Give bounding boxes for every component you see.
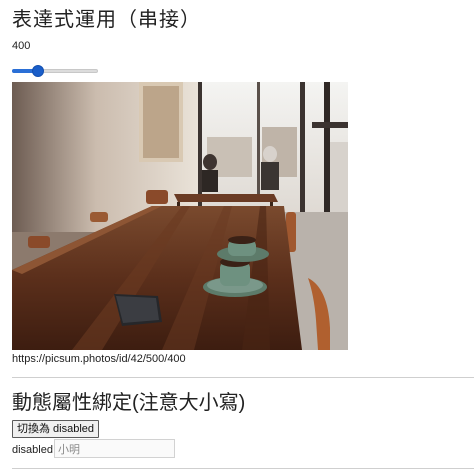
cafe-photo bbox=[12, 82, 348, 350]
slider-thumb[interactable] bbox=[32, 65, 44, 77]
image-url-caption: https://picsum.photos/id/42/500/400 bbox=[12, 353, 186, 365]
divider bbox=[12, 468, 474, 469]
disabled-label: disabled bbox=[12, 444, 53, 456]
name-input[interactable] bbox=[54, 439, 175, 458]
divider bbox=[12, 377, 474, 378]
expression-section-title: 表達式運用（串接） bbox=[12, 9, 201, 31]
toggle-disabled-button[interactable]: 切換為 disabled bbox=[12, 420, 100, 438]
size-slider[interactable] bbox=[12, 65, 98, 77]
binding-section-title: 動態屬性綁定(注意大小寫) bbox=[12, 392, 246, 414]
size-value: 400 bbox=[12, 40, 31, 52]
page: 表達式運用（串接） 400 https://picsum.photos/id/4… bbox=[0, 0, 474, 471]
